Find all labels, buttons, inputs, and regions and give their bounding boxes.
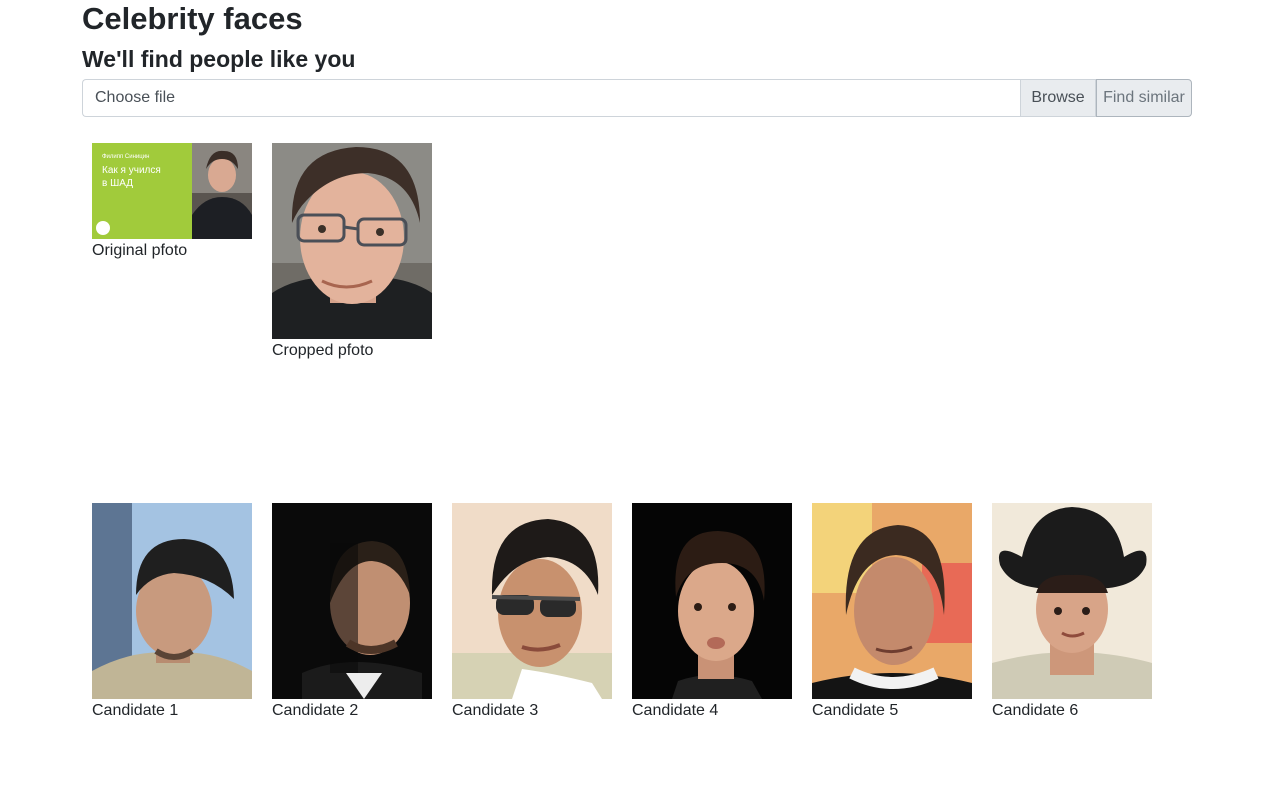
original-overlay-line1: Как я учился: [102, 165, 161, 176]
original-photo-figure: Филипп Синицин Как я учился в ШАД Origin…: [92, 143, 252, 262]
cropped-photo-caption: Cropped pfoto: [272, 342, 374, 359]
candidate-card: Candidate 3: [452, 503, 612, 722]
page-title: Celebrity faces: [82, 1, 303, 36]
file-input-placeholder: Choose file: [95, 89, 176, 106]
cropped-photo: [272, 143, 432, 339]
candidate-caption: Candidate 1: [92, 702, 179, 719]
page-subtitle: We'll find people like you: [82, 46, 356, 72]
file-upload-group: Choose file Browse Find similar: [82, 79, 1192, 117]
candidate-photo: [272, 503, 432, 699]
original-overlay-line2: в ШАД: [102, 178, 133, 189]
candidate-photo: [92, 503, 252, 699]
candidate-photo: [992, 503, 1152, 699]
candidate-caption: Candidate 5: [812, 702, 899, 719]
candidate-photo: [452, 503, 612, 699]
cropped-photo-figure: Cropped pfoto: [272, 143, 432, 362]
candidate-card: Candidate 2: [272, 503, 432, 722]
original-photo: Филипп Синицин Как я учился в ШАД: [92, 143, 252, 239]
browse-button[interactable]: Browse: [1020, 79, 1096, 117]
candidate-card: Candidate 5: [812, 503, 972, 722]
candidate-caption: Candidate 2: [272, 702, 359, 719]
candidate-card: Candidate 4: [632, 503, 792, 722]
candidate-caption: Candidate 3: [452, 702, 539, 719]
find-similar-button[interactable]: Find similar: [1096, 79, 1192, 117]
candidate-caption: Candidate 4: [632, 702, 719, 719]
file-input[interactable]: Choose file: [82, 79, 1020, 117]
original-overlay-name: Филипп Синицин: [102, 154, 149, 160]
original-photo-caption: Original pfoto: [92, 242, 188, 259]
candidate-caption: Candidate 6: [992, 702, 1079, 719]
candidate-photo: [812, 503, 972, 699]
candidate-card: Candidate 1: [92, 503, 252, 722]
candidate-photo: [632, 503, 792, 699]
candidate-card: Candidate 6: [992, 503, 1152, 722]
